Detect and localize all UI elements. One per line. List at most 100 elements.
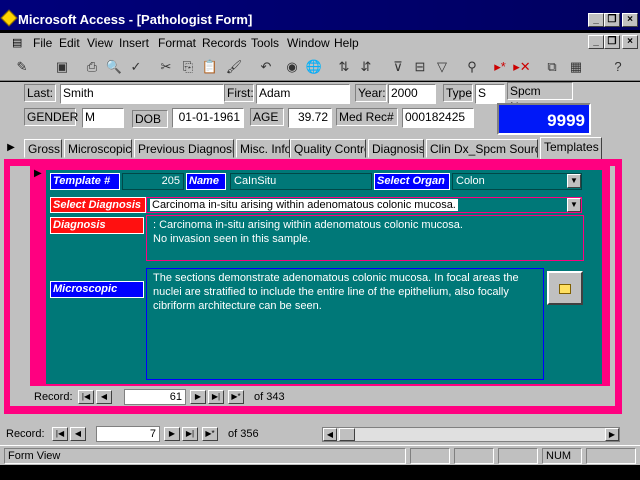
spcm-num-value[interactable]: 9999 — [497, 103, 591, 135]
next-record-button[interactable]: ▶ — [164, 427, 180, 441]
last-record-button[interactable]: ▶| — [182, 427, 198, 441]
scroll-right-icon[interactable]: ▶ — [605, 428, 619, 441]
subform-first-record-button[interactable]: |◀ — [78, 390, 94, 404]
diagnosis-text[interactable]: : Carcinoma in-situ arising within adeno… — [146, 215, 584, 261]
prev-record-button[interactable]: ◀ — [70, 427, 86, 441]
num-lock-indicator: NUM — [542, 448, 582, 464]
organ-dropdown-arrow-icon[interactable]: ▼ — [567, 174, 581, 188]
menu-tools[interactable]: Tools — [251, 36, 279, 50]
find-icon[interactable]: ⚲ — [462, 57, 482, 77]
scroll-left-icon[interactable]: ◀ — [323, 428, 337, 441]
tab-gross[interactable]: Gross — [24, 139, 62, 158]
paste-icon[interactable]: 📋 — [200, 57, 220, 77]
select-organ-label: Select Organ — [374, 173, 450, 190]
print-icon[interactable]: ⎙ — [82, 57, 102, 77]
last-name-field[interactable]: Smith — [60, 84, 224, 104]
status-cell-1 — [410, 448, 450, 464]
type-label: Type — [443, 84, 473, 102]
restore-button[interactable]: ❐ — [604, 13, 620, 27]
new-record-button[interactable]: ▶* — [202, 427, 218, 441]
doc-restore-button[interactable]: ❐ — [604, 35, 620, 49]
access-key-icon — [0, 9, 18, 27]
select-diagnosis-combobox[interactable]: Carcinoma in-situ arising within adenoma… — [146, 197, 582, 213]
title-bar: Microsoft Access - [Pathologist Form] _ … — [0, 0, 640, 30]
year-label: Year: — [355, 84, 387, 102]
print-preview-icon[interactable]: 🔍 — [104, 57, 124, 77]
med-rec-field[interactable]: 000182425 — [402, 108, 474, 128]
close-button[interactable]: × — [622, 13, 638, 27]
subform-record-pointer-icon[interactable]: ▶ — [34, 168, 42, 179]
filter-by-selection-icon[interactable]: ⊽ — [388, 57, 408, 77]
template-name-field[interactable]: CaInSitu — [230, 173, 372, 190]
dob-field[interactable]: 01-01-1961 — [172, 108, 244, 128]
main-record-count: of 356 — [228, 428, 259, 440]
gender-field[interactable]: M — [82, 108, 124, 128]
subform-new-record-button[interactable]: ▶* — [228, 390, 244, 404]
copy-icon[interactable]: ⎘ — [178, 57, 198, 77]
tab-previous-diagnosis[interactable]: Previous Diagnosis — [134, 139, 234, 158]
format-painter-icon[interactable]: 🖌 — [224, 57, 244, 77]
design-view-icon[interactable]: ✎ — [12, 57, 32, 77]
menu-edit[interactable]: Edit — [59, 36, 80, 50]
first-record-button[interactable]: |◀ — [52, 427, 68, 441]
year-field[interactable]: 2000 — [388, 84, 436, 104]
type-field[interactable]: S — [475, 84, 505, 104]
first-name-field[interactable]: Adam — [256, 84, 350, 104]
tab-diagnosis[interactable]: Diagnosis — [368, 139, 424, 158]
apply-filter-icon[interactable]: ▽ — [432, 57, 452, 77]
subform-last-record-button[interactable]: ▶| — [208, 390, 224, 404]
scroll-thumb[interactable] — [339, 428, 355, 441]
sort-descending-icon[interactable]: ⇵ — [356, 57, 376, 77]
tab-microscopic[interactable]: Microscopic — [64, 139, 132, 158]
doc-minimize-button[interactable]: _ — [588, 35, 604, 49]
sort-ascending-icon[interactable]: ⇅ — [334, 57, 354, 77]
microscopic-label: Microscopic — [50, 281, 144, 298]
status-text: Form View — [4, 448, 406, 464]
new-record-icon[interactable]: ▸* — [490, 57, 510, 77]
tab-templates[interactable]: Templates — [540, 137, 602, 159]
menu-insert[interactable]: Insert — [119, 36, 149, 50]
menu-records[interactable]: Records — [202, 36, 247, 50]
menu-view[interactable]: View — [87, 36, 113, 50]
med-rec-label: Med Rec# — [336, 108, 398, 126]
new-object-icon[interactable]: ▦ — [566, 57, 586, 77]
gender-label: GENDER — [24, 108, 78, 126]
hyperlink-icon[interactable]: ◉ — [282, 57, 302, 77]
first-label: First: — [224, 84, 254, 102]
select-diagnosis-label: Select Diagnosis — [50, 197, 146, 213]
copy-template-button[interactable] — [547, 271, 583, 305]
document-icon[interactable]: ▤ — [12, 36, 22, 49]
menu-file[interactable]: File — [33, 36, 52, 50]
tab-quality-control[interactable]: Quality Control — [290, 139, 366, 158]
cut-icon[interactable]: ✂ — [156, 57, 176, 77]
subform-prev-record-button[interactable]: ◀ — [96, 390, 112, 404]
age-field[interactable]: 39.72 — [288, 108, 332, 128]
tab-misc-info[interactable]: Misc. Info — [236, 139, 290, 158]
diagnosis-dropdown-arrow-icon[interactable]: ▼ — [567, 198, 581, 212]
menu-window[interactable]: Window — [287, 36, 330, 50]
help-icon[interactable]: ? — [608, 57, 628, 77]
dob-label: DOB — [132, 110, 168, 128]
filter-by-form-icon[interactable]: ⊟ — [410, 57, 430, 77]
microscopic-text[interactable]: The sections demonstrate adenomatous col… — [146, 268, 544, 380]
properties-icon[interactable]: ⧉ — [542, 57, 562, 77]
spelling-icon[interactable]: ✓ — [126, 57, 146, 77]
subform-current-record[interactable]: 61 — [124, 389, 186, 405]
menu-help[interactable]: Help — [334, 36, 359, 50]
subform-record-label: Record: — [34, 391, 73, 403]
tab-clin-dx-spcm-source[interactable]: Clin Dx_Spcm Source — [426, 139, 538, 158]
save-icon[interactable]: ▣ — [52, 57, 72, 77]
horizontal-scrollbar[interactable]: ◀ ▶ — [322, 427, 620, 442]
status-cell-5 — [586, 448, 636, 464]
undo-icon[interactable]: ↶ — [256, 57, 276, 77]
menu-format[interactable]: Format — [158, 36, 196, 50]
select-organ-combobox[interactable]: Colon — [452, 173, 582, 190]
web-toolbar-icon[interactable]: 🌐 — [304, 57, 324, 77]
minimize-button[interactable]: _ — [588, 13, 604, 27]
template-number-field[interactable]: 205 — [122, 173, 184, 190]
current-record-field[interactable]: 7 — [96, 426, 160, 442]
doc-close-button[interactable]: × — [622, 35, 638, 49]
delete-record-icon[interactable]: ▸✕ — [512, 57, 532, 77]
subform-next-record-button[interactable]: ▶ — [190, 390, 206, 404]
record-selector-icon[interactable]: ▶ — [2, 139, 20, 157]
